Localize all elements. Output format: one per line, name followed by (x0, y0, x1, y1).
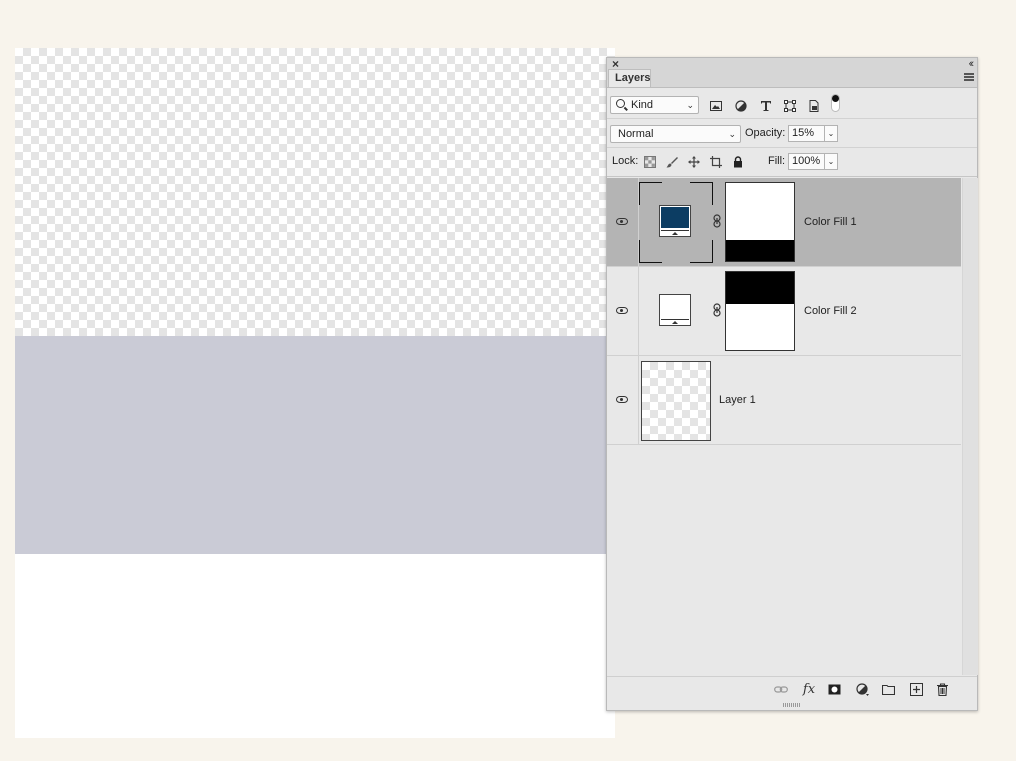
lock-image-pixels-icon[interactable] (666, 156, 678, 168)
chain-link-icon[interactable] (713, 303, 721, 317)
solid-color-fill-icon (659, 294, 691, 326)
chevron-down-icon: ⌄ (686, 100, 694, 110)
add-mask-icon[interactable] (828, 683, 841, 696)
eye-icon (616, 218, 628, 225)
blend-mode-select[interactable]: Normal ⌄ (610, 125, 741, 143)
opacity-label: Opacity: (745, 127, 786, 139)
color-fill-band (15, 336, 615, 554)
kind-filter-select[interactable]: Kind ⌄ (610, 96, 699, 114)
white-area (15, 554, 615, 738)
lock-all-icon[interactable] (732, 156, 744, 168)
fill-dropdown[interactable]: ⌄ (824, 153, 838, 170)
layer-row-layer-1[interactable]: Layer 1 (607, 356, 961, 445)
layer-name[interactable]: Layer 1 (719, 394, 756, 406)
opacity-input[interactable]: 15% (788, 125, 825, 142)
panel-menu-icon[interactable] (964, 73, 974, 81)
eye-icon (616, 396, 628, 403)
fill-input[interactable]: 100% (788, 153, 825, 170)
filter-row: Kind ⌄ (607, 88, 977, 119)
tab-layers[interactable]: Layers (608, 69, 651, 87)
smart-object-filter-icon[interactable] (808, 100, 820, 112)
chevron-down-icon: ⌄ (728, 129, 736, 139)
fill-layer-thumbnail[interactable] (639, 271, 713, 352)
adjustment-filter-icon[interactable] (735, 100, 747, 112)
fill-layer-thumbnail[interactable] (639, 182, 713, 263)
filter-toggle[interactable] (831, 94, 840, 112)
shape-filter-icon[interactable] (784, 100, 796, 112)
layers-panel: × ‹‹ Layers Kind ⌄ Normal ⌄ Opacity: 15%… (606, 57, 978, 711)
chain-link-icon[interactable] (713, 214, 721, 228)
layers-list: Color Fill 1 Color Fill 2 Layer 1 (607, 178, 961, 675)
search-icon (616, 99, 625, 108)
new-group-icon[interactable] (882, 683, 895, 696)
transparent-area (15, 48, 615, 336)
new-layer-icon[interactable] (910, 683, 923, 696)
layer-row-color-fill-2[interactable]: Color Fill 2 (607, 267, 961, 356)
lock-label: Lock: (612, 155, 639, 167)
kind-label: Kind (631, 99, 654, 111)
visibility-toggle[interactable] (607, 267, 639, 355)
layers-bottom-toolbar: fx (607, 676, 977, 703)
fx-icon[interactable]: fx (801, 683, 817, 696)
type-filter-icon[interactable] (760, 100, 772, 112)
artboard-lock-icon[interactable] (710, 156, 722, 168)
image-filter-icon[interactable] (710, 100, 722, 112)
new-adjustment-icon[interactable] (856, 683, 869, 696)
panel-titlebar: × ‹‹ Layers (607, 58, 977, 88)
collapse-icon[interactable]: ‹‹ (969, 58, 975, 70)
delete-icon[interactable] (936, 683, 949, 696)
opacity-dropdown[interactable]: ⌄ (824, 125, 838, 142)
blend-mode-value: Normal (618, 128, 654, 140)
blend-row: Normal ⌄ Opacity: 15% ⌄ (607, 119, 977, 148)
visibility-toggle[interactable] (607, 178, 639, 266)
layer-mask-thumbnail[interactable] (725, 271, 795, 351)
layer-mask-thumbnail[interactable] (725, 182, 795, 262)
solid-color-fill-icon (659, 205, 691, 237)
layer-name[interactable]: Color Fill 1 (804, 216, 857, 228)
visibility-toggle[interactable] (607, 356, 639, 444)
eye-icon (616, 307, 628, 314)
lock-row: Lock: Fill: 100% ⌄ (607, 148, 977, 177)
layer-thumbnail[interactable] (641, 361, 711, 441)
fill-label: Fill: (768, 155, 786, 167)
lock-position-icon[interactable] (688, 156, 700, 168)
document-canvas[interactable] (15, 48, 615, 738)
resize-grip[interactable] (783, 703, 801, 707)
lock-transparent-pixels-icon[interactable] (644, 156, 656, 168)
link-layers-icon[interactable] (774, 683, 788, 696)
layer-name[interactable]: Color Fill 2 (804, 305, 857, 317)
layer-row-color-fill-1[interactable]: Color Fill 1 (607, 178, 961, 267)
layers-scrollbar[interactable] (962, 178, 978, 675)
